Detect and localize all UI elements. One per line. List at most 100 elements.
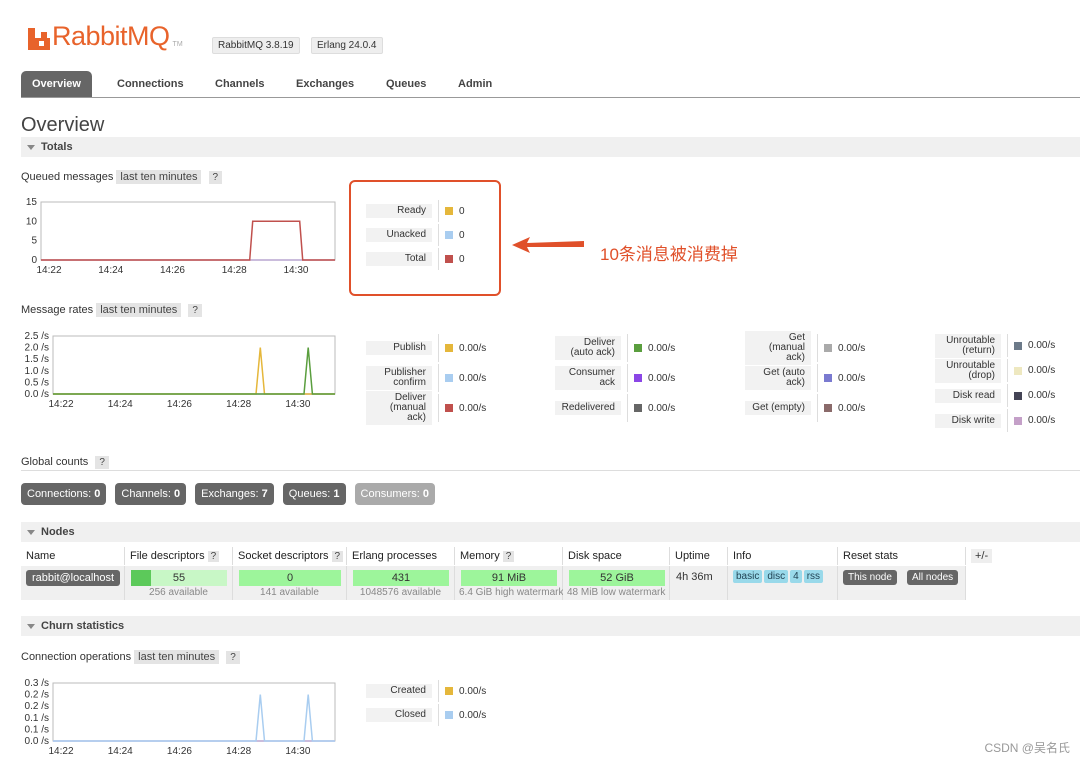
queued-plot-frame bbox=[40, 201, 336, 261]
legend-swatch-icon bbox=[1014, 391, 1022, 400]
section-totals[interactable]: Totals bbox=[21, 137, 1080, 157]
rates-legend-row: Consumer ack 0.00/s bbox=[555, 363, 675, 393]
col-file-descriptors-label: File descriptors bbox=[130, 550, 205, 562]
legend-separator bbox=[438, 394, 439, 422]
help-button[interactable]: ? bbox=[207, 551, 220, 562]
fd-available: 256 available bbox=[149, 587, 208, 598]
rabbitmq-logo-icon bbox=[28, 28, 50, 50]
connection-operations-label: Connection operations bbox=[21, 651, 132, 663]
queued-range-selector[interactable]: last ten minutes bbox=[116, 170, 202, 184]
rates-range-selector[interactable]: last ten minutes bbox=[96, 303, 182, 317]
node-name-link[interactable]: rabbit@localhost bbox=[26, 570, 121, 586]
queued-help-button[interactable]: ? bbox=[208, 171, 223, 184]
legend-swatch-icon bbox=[1014, 416, 1022, 425]
rates-xtick: 14:30 bbox=[285, 399, 310, 410]
churn-legend-value: 0.00/s bbox=[459, 685, 487, 697]
count-value: 7 bbox=[261, 488, 268, 500]
collapse-triangle-icon bbox=[27, 529, 35, 535]
rates-help-button[interactable]: ? bbox=[188, 304, 202, 317]
churn-ytick: 0.2 /s bbox=[25, 701, 49, 712]
rabbitmq-logo[interactable]: RabbitMQ TM bbox=[28, 22, 183, 50]
churn-xtick: 14:26 bbox=[167, 746, 192, 757]
col-socket-descriptors-label: Socket descriptors bbox=[238, 550, 329, 562]
reset-all-nodes-button[interactable]: All nodes bbox=[907, 570, 959, 585]
reset-this-node-button[interactable]: This node bbox=[843, 570, 897, 585]
rates-legend-col4: Unroutable (return) 0.00/s Unroutable (dro… bbox=[935, 333, 1055, 433]
collapse-triangle-icon bbox=[27, 144, 35, 150]
rates-legend-label: Get (manual ack) bbox=[745, 331, 811, 365]
count-value: 0 bbox=[173, 488, 181, 500]
queued-messages-label: Queued messages bbox=[21, 171, 114, 183]
message-rates-chart: 2.5 /s2.0 /s1.5 /s1.0 /s0.5 /s0.0 /s14:2… bbox=[25, 331, 336, 410]
count-button-channels[interactable]: Channels: 0 bbox=[115, 483, 187, 505]
connection-operations-chart: 0.3 /s0.2 /s0.2 /s0.1 /s0.1 /s0.0 /s14:2… bbox=[25, 678, 336, 757]
churn-series-0 bbox=[53, 694, 335, 742]
section-nodes[interactable]: Nodes bbox=[21, 522, 1080, 542]
churn-ytick: 0.3 /s bbox=[25, 678, 49, 689]
cell-reset-stats: This node All nodes bbox=[838, 566, 966, 600]
churn-legend-value: 0.00/s bbox=[459, 709, 487, 721]
churn-legend-row: Created 0.00/s bbox=[366, 679, 486, 703]
columns-toggle-button[interactable]: +/- bbox=[971, 549, 993, 563]
tab-admin[interactable]: Admin bbox=[458, 71, 492, 97]
churn-range-selector[interactable]: last ten minutes bbox=[134, 650, 220, 664]
rates-legend-label: Disk write bbox=[935, 413, 1001, 428]
legend-separator bbox=[817, 364, 818, 392]
tab-connections[interactable]: Connections bbox=[117, 71, 184, 97]
section-churn-label: Churn statistics bbox=[41, 620, 125, 633]
rates-xtick: 14:24 bbox=[108, 399, 133, 410]
col-erlang-processes: Erlang processes bbox=[347, 547, 455, 565]
count-value: 0 bbox=[94, 488, 101, 500]
churn-xtick: 14:30 bbox=[285, 746, 310, 757]
count-button-queues[interactable]: Queues: 1 bbox=[282, 483, 346, 505]
rates-ytick: 1.0 /s bbox=[25, 366, 49, 377]
uptime-value: 4h 36m bbox=[676, 571, 713, 583]
legend-swatch-icon bbox=[634, 344, 642, 352]
rates-legend-row: Get (auto ack) 0.00/s bbox=[745, 363, 865, 393]
tab-exchanges[interactable]: Exchanges bbox=[296, 71, 354, 97]
rates-legend-label: Redelivered bbox=[555, 401, 621, 415]
tab-channels[interactable]: Channels bbox=[215, 71, 265, 97]
main-tabs: Overview Connections Channels Exchanges … bbox=[21, 71, 1080, 98]
col-disk-space: Disk space bbox=[563, 547, 670, 565]
rates-legend-label: Publisher confirm bbox=[366, 366, 432, 390]
help-button[interactable]: ? bbox=[331, 551, 344, 562]
churn-xtick: 14:22 bbox=[48, 746, 73, 757]
legend-separator bbox=[627, 364, 628, 392]
global-help-button[interactable]: ? bbox=[95, 456, 109, 469]
fd-bar: 55 bbox=[131, 570, 227, 586]
message-rates-header: Message rates last ten minutes ? bbox=[21, 303, 202, 317]
page-title: Overview bbox=[21, 114, 105, 136]
legend-swatch-icon bbox=[824, 404, 832, 412]
info-tag[interactable]: rss bbox=[803, 570, 824, 583]
info-tag[interactable]: basic bbox=[733, 570, 763, 583]
help-button[interactable]: ? bbox=[502, 551, 515, 562]
tab-overview[interactable]: Overview bbox=[21, 71, 92, 97]
rabbitmq-version: RabbitMQ 3.8.19 bbox=[212, 37, 300, 54]
mem-watermark: 6.4 GiB high watermark bbox=[459, 587, 564, 598]
rates-legend-value: 0.00/s bbox=[459, 402, 487, 414]
churn-ytick: 0.0 /s bbox=[25, 736, 49, 747]
queued-xtick: 14:30 bbox=[283, 265, 308, 276]
rates-legend-col3: Get (manual ack) 0.00/s Get (auto ack) 0.00… bbox=[745, 331, 865, 423]
rates-legend-row: Publisher confirm 0.00/s bbox=[366, 363, 486, 393]
count-button-exchanges[interactable]: Exchanges: 7 bbox=[195, 483, 274, 505]
rates-legend-value: 0.00/s bbox=[648, 402, 676, 414]
legend-swatch-icon bbox=[634, 374, 642, 382]
rates-legend-value: 0.00/s bbox=[1028, 415, 1056, 426]
tab-queues[interactable]: Queues bbox=[386, 71, 426, 97]
arrow-left-icon bbox=[512, 237, 584, 253]
section-totals-label: Totals bbox=[41, 141, 73, 154]
rates-ytick: 2.5 /s bbox=[25, 331, 49, 342]
info-tag[interactable]: 4 bbox=[790, 570, 802, 583]
fd-value: 55 bbox=[172, 572, 186, 584]
churn-help-button[interactable]: ? bbox=[226, 651, 240, 664]
info-tag[interactable]: disc bbox=[764, 570, 789, 583]
legend-separator bbox=[627, 334, 628, 362]
count-button-connections[interactable]: Connections: 0 bbox=[21, 483, 107, 505]
count-button-consumers[interactable]: Consumers: 0 bbox=[354, 483, 436, 505]
global-counts-header: Global counts ? bbox=[21, 456, 109, 469]
section-churn[interactable]: Churn statistics bbox=[21, 616, 1080, 636]
churn-ytick: 0.2 /s bbox=[25, 690, 49, 701]
sd-bar: 0 bbox=[239, 570, 341, 586]
